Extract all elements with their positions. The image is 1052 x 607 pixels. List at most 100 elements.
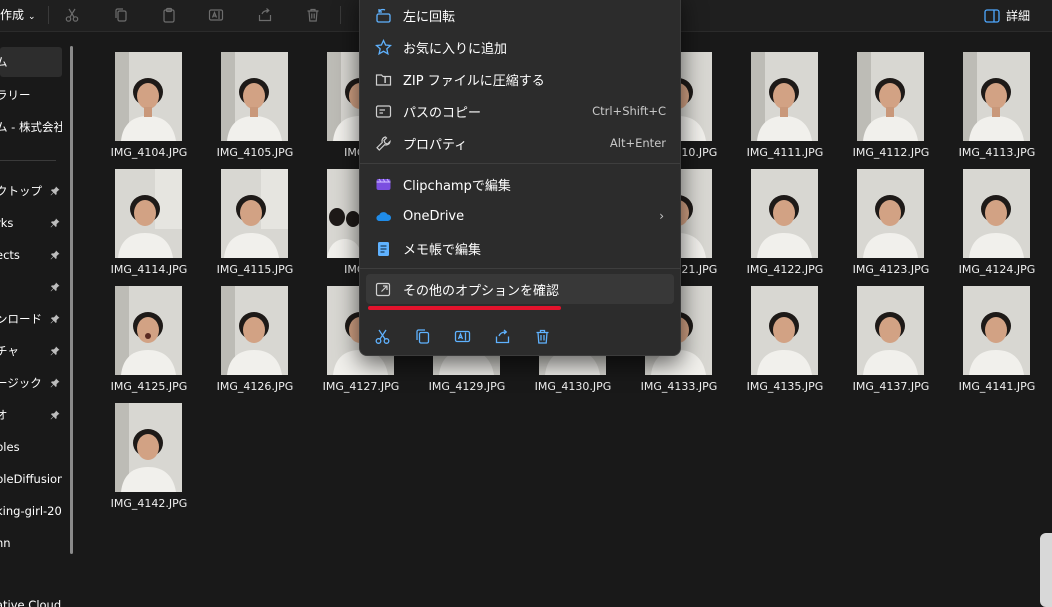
file-tile[interactable]: IMG_4125.JPG: [99, 276, 199, 393]
photo-thumbnail: [751, 286, 818, 375]
menu-item-rotate-left[interactable]: 左に回転: [366, 0, 674, 30]
file-name: IMG_4135.JPG: [746, 380, 824, 393]
file-name: IMG_4104.JPG: [110, 146, 188, 159]
file-name: IMG_4137.JPG: [852, 380, 930, 393]
share-icon[interactable]: [254, 5, 276, 25]
pin-icon: [50, 410, 60, 420]
sidebar-item-nn[interactable]: nn: [0, 528, 62, 558]
file-tile[interactable]: IMG_4115.JPG: [205, 159, 305, 276]
chevron-right-icon: ›: [659, 209, 664, 223]
pin-icon: [50, 314, 60, 324]
file-tile[interactable]: IMG_4114.JPG: [99, 159, 199, 276]
sidebar-item-desktop[interactable]: クトップ: [0, 176, 62, 206]
details-button[interactable]: 詳細: [984, 7, 1030, 24]
file-name: IMG_4122.JPG: [746, 263, 824, 276]
menu-item-onedrive[interactable]: OneDrive ›: [366, 201, 674, 231]
file-tile[interactable]: IMG_4104.JPG: [99, 42, 199, 159]
pin-icon: [50, 186, 60, 196]
file-tile[interactable]: IMG_4126.JPG: [205, 276, 305, 393]
sidebar-item-label: ム - 株式会社: [0, 120, 62, 134]
file-name: IMG_4124.JPG: [958, 263, 1036, 276]
pin-icon: [50, 250, 60, 260]
paste-icon[interactable]: [158, 5, 180, 25]
cut-icon[interactable]: [61, 5, 83, 25]
photo-thumbnail: [115, 286, 182, 375]
sidebar-item-creative-cloud[interactable]: ative Cloud F: [0, 590, 62, 607]
chevron-down-icon: ⌄: [28, 12, 36, 22]
menu-item-zip-compress[interactable]: ZIP ファイルに圧縮する: [366, 64, 674, 94]
context-menu: 左に回転 お気に入りに追加 ZIP ファイルに圧縮する パスのコピー Ctrl+…: [359, 0, 681, 356]
menu-item-label: 左に回転: [403, 9, 456, 25]
rename-icon[interactable]: [205, 5, 227, 25]
sidebar-item-label: チャ: [0, 344, 19, 358]
photo-thumbnail: [857, 169, 924, 258]
file-tile[interactable]: IMG_4113.JPG: [947, 42, 1047, 159]
pin-icon: [50, 346, 60, 356]
photo-thumbnail: [115, 403, 182, 492]
file-tile[interactable]: IMG_4135.JPG: [735, 276, 835, 393]
sidebar-item-label: ative Cloud F: [0, 598, 62, 607]
menu-item-properties[interactable]: プロパティ Alt+Enter: [366, 128, 674, 158]
photo-thumbnail: [115, 52, 182, 141]
sidebar-item-videos[interactable]: オ: [0, 400, 62, 430]
sidebar-item-music[interactable]: ージック: [0, 368, 62, 398]
file-tile[interactable]: IMG_4105.JPG: [205, 42, 305, 159]
photo-thumbnail: [115, 169, 182, 258]
sidebar-item-onedrive-company[interactable]: ム - 株式会社: [0, 112, 62, 142]
photo-thumbnail: [963, 286, 1030, 375]
file-tile[interactable]: IMG_4111.JPG: [735, 42, 835, 159]
sidebar-item-label: bleDiffusionW: [0, 472, 62, 486]
file-tile[interactable]: IMG_4142.JPG: [99, 393, 199, 510]
menu-item-copy-path[interactable]: パスのコピー Ctrl+Shift+C: [366, 96, 674, 126]
file-tile[interactable]: IMG_4141.JPG: [947, 276, 1047, 393]
file-name: IMG_4142.JPG: [110, 497, 188, 510]
sidebar-item-downloads[interactable]: ンロード: [0, 304, 62, 334]
share-icon[interactable]: [488, 322, 516, 350]
sidebar-item-label: ラリー: [0, 88, 31, 102]
sidebar-item-samples[interactable]: ples: [0, 432, 62, 462]
page-scrollbar[interactable]: [1040, 533, 1052, 607]
photo-thumbnail: [857, 52, 924, 141]
new-button[interactable]: 作成 ⌄: [0, 6, 36, 23]
file-name: IMG_4141.JPG: [958, 380, 1036, 393]
file-tile[interactable]: IMG_4123.JPG: [841, 159, 941, 276]
sidebar-item-unnamed[interactable]: [0, 272, 62, 302]
file-tile[interactable]: IMG_4122.JPG: [735, 159, 835, 276]
photo-thumbnail: [221, 286, 288, 375]
rename-icon[interactable]: [448, 322, 476, 350]
cut-icon[interactable]: [368, 322, 396, 350]
sidebar-item-label: king-girl-202: [0, 504, 62, 518]
sidebar-item-talking-girl[interactable]: king-girl-202: [0, 496, 62, 526]
sidebar-item-label: ム: [0, 55, 8, 69]
details-label: 詳細: [1005, 9, 1030, 23]
sidebar-item-pictures[interactable]: チャ: [0, 336, 62, 366]
menu-item-notepad[interactable]: メモ帳で編集: [366, 233, 674, 263]
file-tile[interactable]: IMG_4112.JPG: [841, 42, 941, 159]
onedrive-cloud-icon: [374, 207, 392, 225]
file-name: IMG_4129.JPG: [428, 380, 506, 393]
open-external-icon: [374, 280, 392, 298]
file-tile[interactable]: IMG_4124.JPG: [947, 159, 1047, 276]
file-name: IMG_4125.JPG: [110, 380, 188, 393]
sidebar-item-label: オ: [0, 408, 8, 422]
copy-icon[interactable]: [110, 5, 132, 25]
file-tile[interactable]: IMG_4137.JPG: [841, 276, 941, 393]
sidebar-item-projects[interactable]: ects: [0, 240, 62, 270]
delete-icon[interactable]: [302, 5, 324, 25]
file-name: IMG_4115.JPG: [216, 263, 294, 276]
sidebar-item-gallery[interactable]: ラリー: [0, 80, 62, 110]
file-name: IMG_4123.JPG: [852, 263, 930, 276]
menu-separator: [360, 268, 680, 269]
file-name: IMG_4130.JPG: [534, 380, 612, 393]
copy-icon[interactable]: [408, 322, 436, 350]
menu-item-show-more-options[interactable]: その他のオプションを確認: [366, 274, 674, 304]
sidebar-item-home[interactable]: ム: [0, 47, 62, 77]
menu-item-clipchamp[interactable]: Clipchampで編集: [366, 169, 674, 199]
sidebar-item-works[interactable]: rks: [0, 208, 62, 238]
menu-item-add-favorite[interactable]: お気に入りに追加: [366, 32, 674, 62]
sidebar-item-stable-diffusion[interactable]: bleDiffusionW: [0, 464, 62, 494]
sidebar-scrollbar[interactable]: [70, 46, 73, 554]
wrench-icon: [374, 134, 392, 152]
toolbar-divider: [340, 6, 341, 24]
delete-icon[interactable]: [528, 322, 556, 350]
